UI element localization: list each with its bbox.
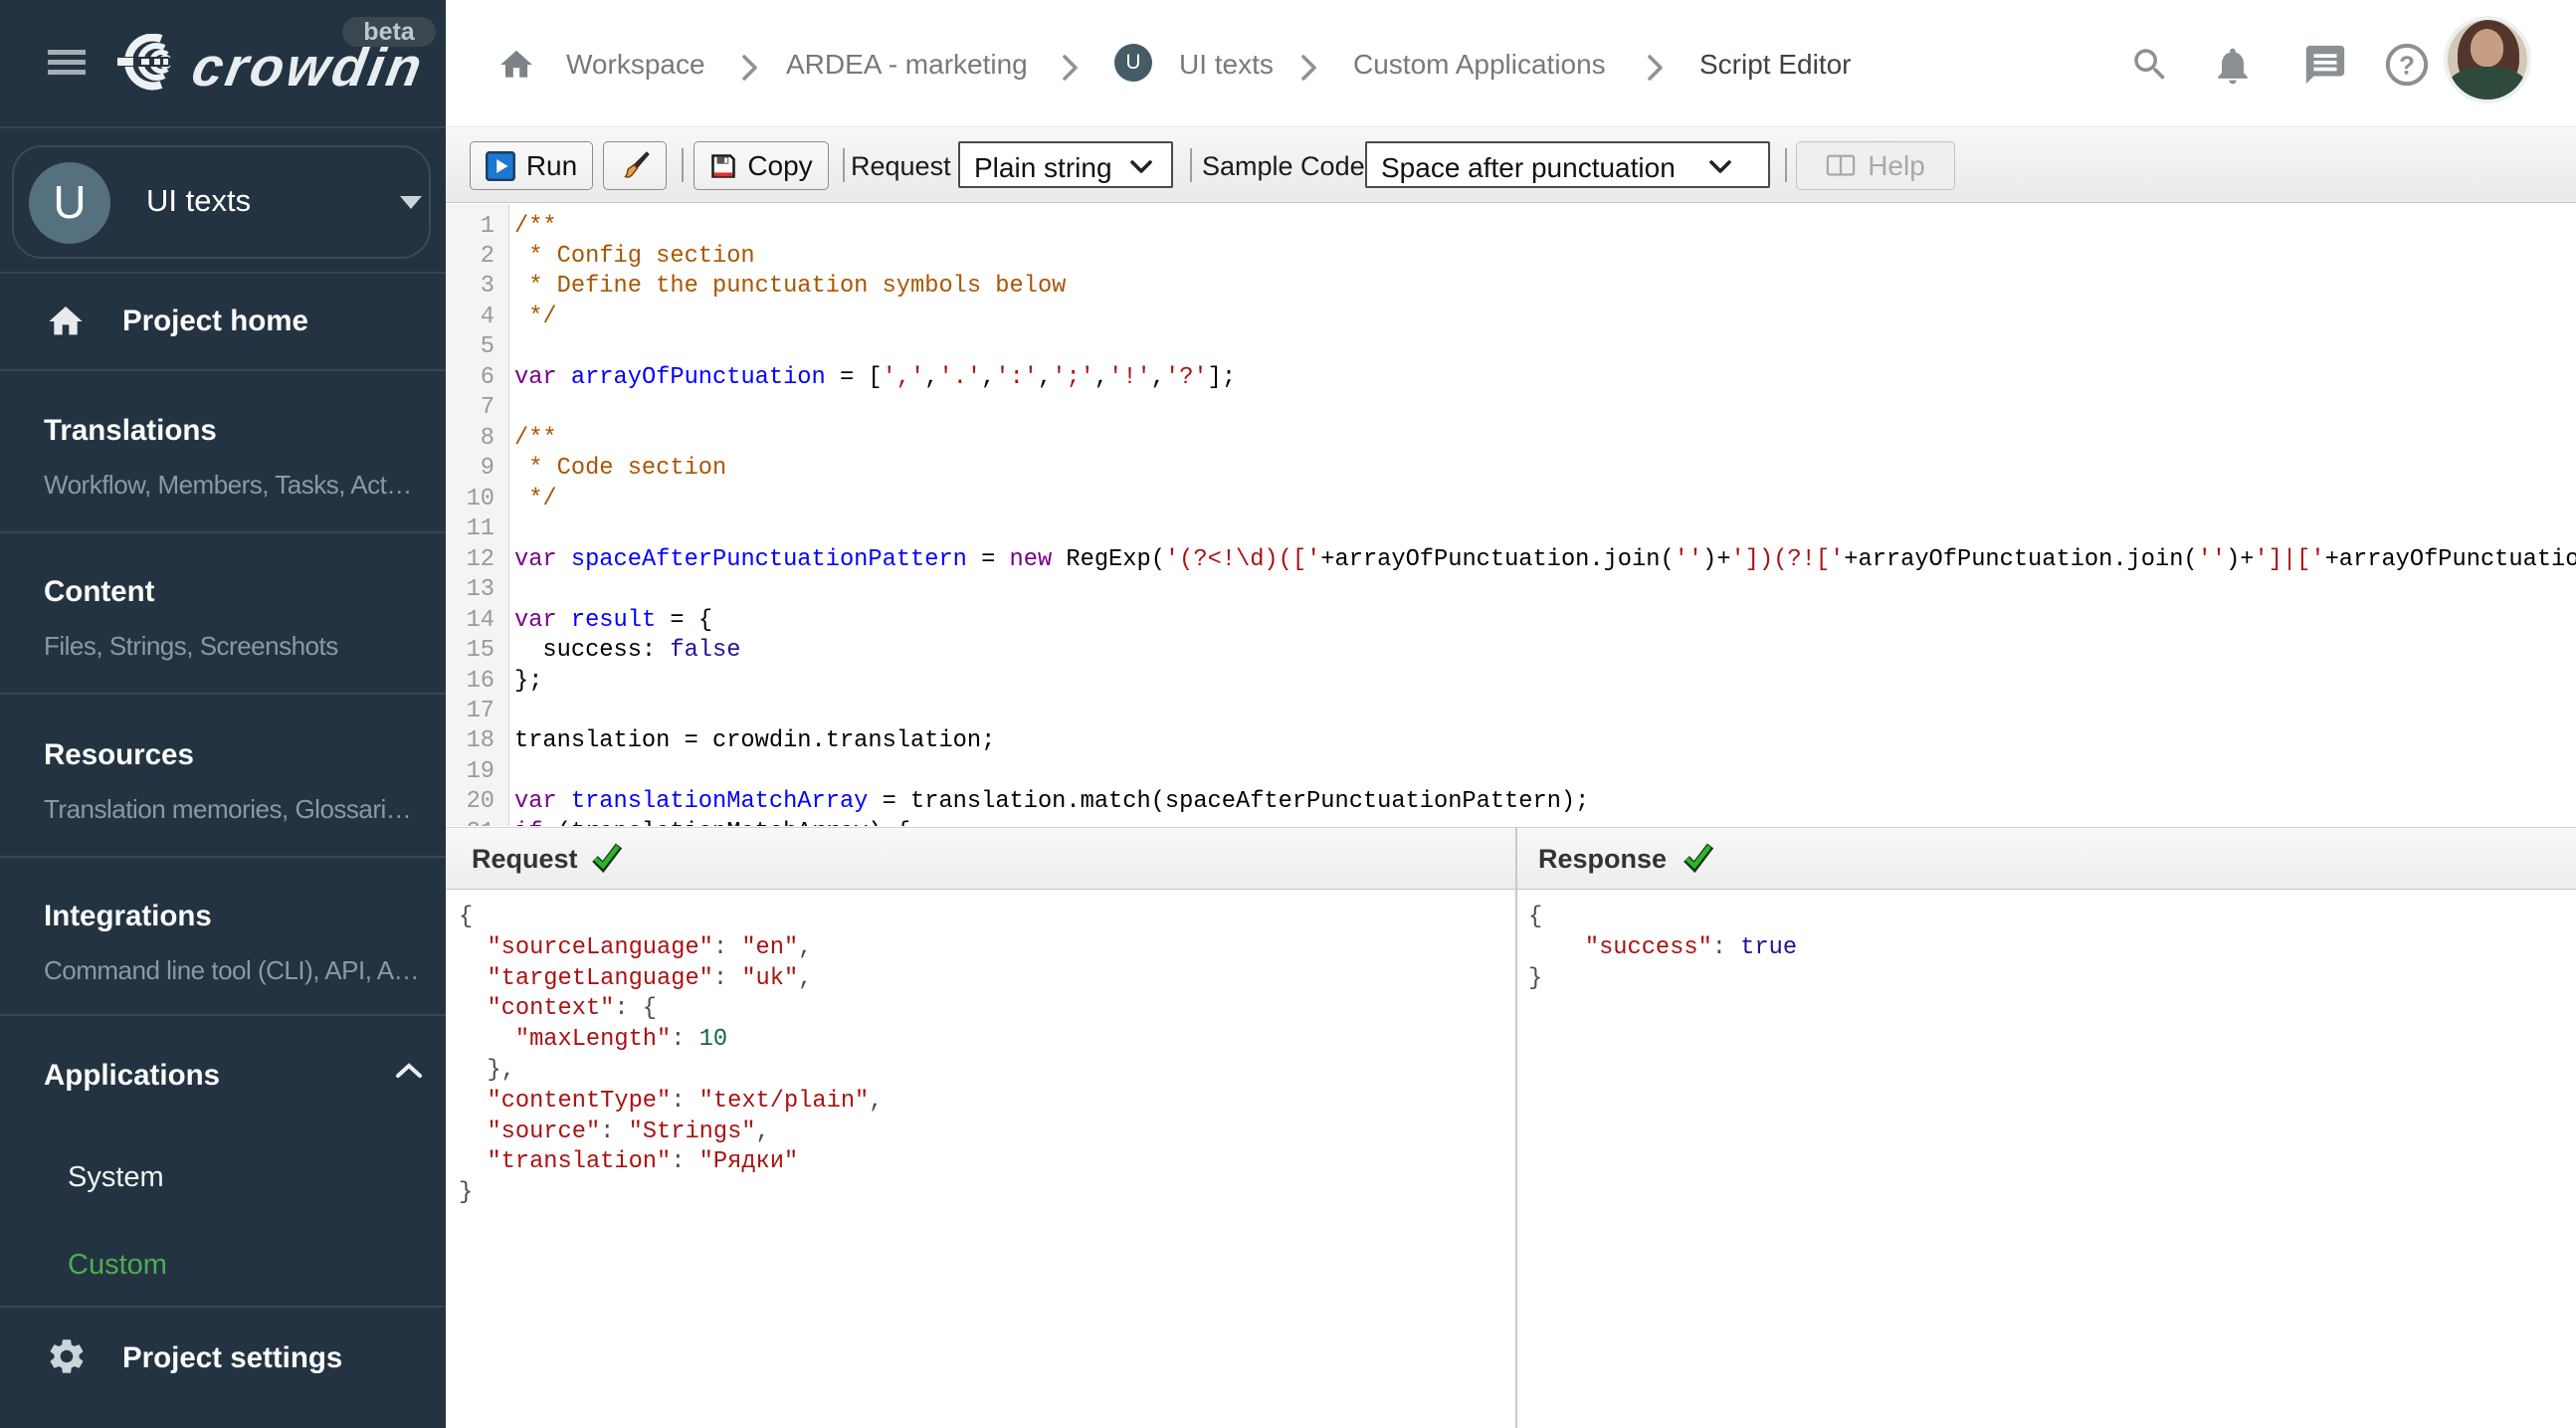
svg-text:?: ? bbox=[2399, 53, 2415, 81]
